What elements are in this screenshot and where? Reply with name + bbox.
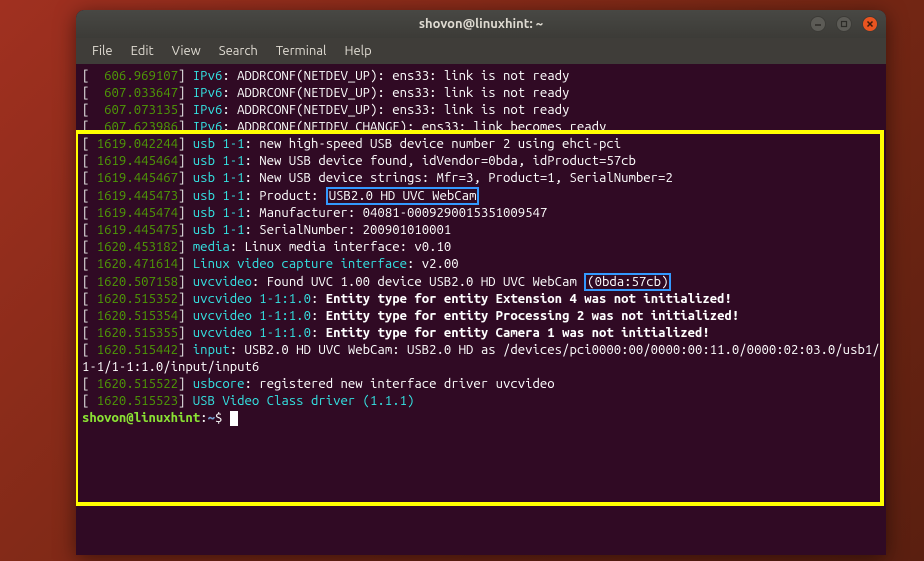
log-line: [ 1620.471614] Linux video capture inter…: [82, 256, 880, 273]
menu-edit[interactable]: Edit: [123, 41, 162, 61]
highlight-vendor-id: (0bda:57cb): [584, 273, 671, 291]
log-line: [ 1620.453182] media: Linux media interf…: [82, 239, 880, 256]
cursor: [230, 411, 238, 426]
log-line: [ 1619.445467] usb 1-1: New USB device s…: [82, 170, 880, 187]
menu-view[interactable]: View: [164, 41, 209, 61]
log-line: [ 606.969107] IPv6: ADDRCONF(NETDEV_UP):…: [82, 68, 880, 85]
log-line: [ 1620.515354] uvcvideo 1-1:1.0: Entity …: [82, 308, 880, 325]
log-line: [ 1620.515522] usbcore: registered new i…: [82, 376, 880, 393]
log-line: [ 1620.515523] USB Video Class driver (1…: [82, 393, 880, 410]
log-line: [ 607.623986] IPv6: ADDRCONF(NETDEV_CHAN…: [82, 119, 880, 136]
titlebar[interactable]: shovon@linuxhint: ~: [76, 10, 886, 38]
log-line: [ 1619.445475] usb 1-1: SerialNumber: 20…: [82, 222, 880, 239]
prompt-path: ~: [208, 411, 215, 425]
menu-file[interactable]: File: [84, 41, 121, 61]
log-line: [ 607.033647] IPv6: ADDRCONF(NETDEV_UP):…: [82, 85, 880, 102]
prompt-user: shovon@linuxhint: [82, 411, 200, 425]
window-controls: [810, 16, 878, 32]
log-line: [ 1619.445474] usb 1-1: Manufacturer: 04…: [82, 205, 880, 222]
menubar: File Edit View Search Terminal Help: [76, 38, 886, 64]
log-line: [ 1620.515355] uvcvideo 1-1:1.0: Entity …: [82, 325, 880, 342]
maximize-button[interactable]: [836, 16, 852, 32]
window-title: shovon@linuxhint: ~: [419, 17, 543, 31]
log-line: [ 607.073135] IPv6: ADDRCONF(NETDEV_UP):…: [82, 102, 880, 119]
log-line: [ 1620.515442] input: USB2.0 HD UVC WebC…: [82, 342, 880, 376]
prompt-line[interactable]: shovon@linuxhint:~$: [82, 410, 880, 427]
log-line: [ 1619.042244] usb 1-1: new high-speed U…: [82, 136, 880, 153]
log-line: [ 1619.445473] usb 1-1: Product: USB2.0 …: [82, 187, 880, 205]
log-line: [ 1620.507158] uvcvideo: Found UVC 1.00 …: [82, 273, 880, 291]
log-line: [ 1619.445464] usb 1-1: New USB device f…: [82, 153, 880, 170]
highlight-product-name: USB2.0 HD UVC WebCam: [326, 187, 480, 205]
menu-terminal[interactable]: Terminal: [268, 41, 335, 61]
log-line: [ 1620.515352] uvcvideo 1-1:1.0: Entity …: [82, 291, 880, 308]
menu-help[interactable]: Help: [336, 41, 379, 61]
menu-search[interactable]: Search: [211, 41, 266, 61]
terminal-body[interactable]: [ 606.969107] IPv6: ADDRCONF(NETDEV_UP):…: [76, 64, 886, 431]
close-button[interactable]: [862, 16, 878, 32]
minimize-button[interactable]: [810, 16, 826, 32]
terminal-window: shovon@linuxhint: ~ File Edit View Searc…: [76, 10, 886, 555]
